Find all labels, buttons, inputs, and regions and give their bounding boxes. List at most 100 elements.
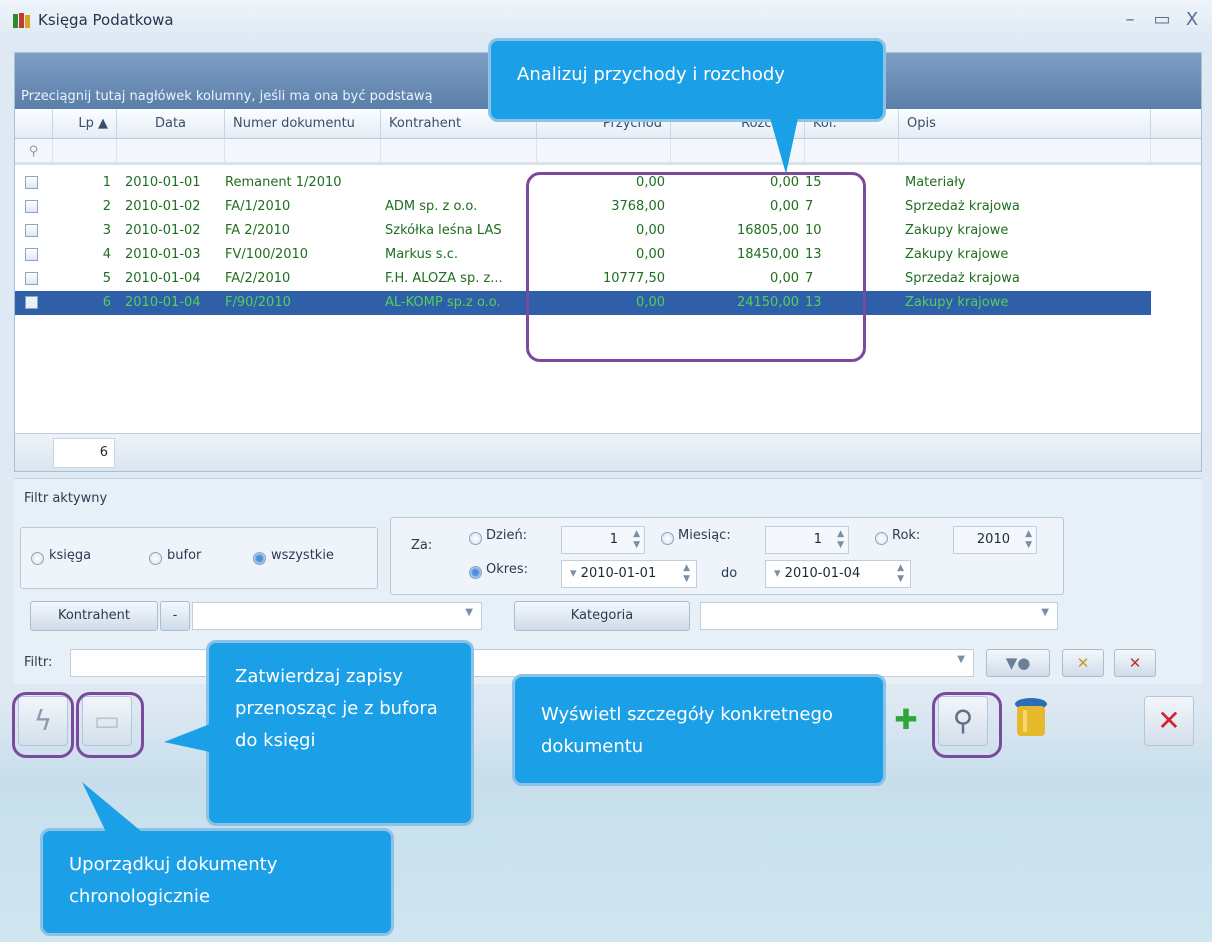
radio-dzien[interactable]: [469, 532, 482, 545]
dzien-value: 1: [609, 532, 618, 547]
rok-label: Rok:: [892, 528, 921, 543]
radio-bufor[interactable]: [149, 552, 162, 565]
header-numer-dokumentu[interactable]: Numer dokumentu: [225, 109, 381, 139]
okres-to-value: 2010-01-04: [784, 566, 861, 581]
row-checkbox[interactable]: [25, 200, 38, 213]
cell-kontrahent: F.H. ALOZA sp. z...: [385, 271, 503, 286]
header-lp[interactable]: Lp ▲: [53, 109, 117, 139]
filter-clear-icon[interactable]: ✕: [1062, 649, 1104, 677]
cell-kontrahent: ADM sp. z o.o.: [385, 199, 478, 214]
filter-cell-przychod[interactable]: [537, 139, 671, 165]
callout-analyze-tail: [770, 118, 798, 174]
cell-kontrahent: Szkółka leśna LAS: [385, 223, 502, 238]
callout-details: Wyświetl szczegóły konkretnego dokumentu: [512, 674, 886, 786]
callout-order-tail: [82, 782, 142, 832]
close-window-button[interactable]: X: [1179, 8, 1205, 32]
filter-cell-opis[interactable]: [899, 139, 1151, 165]
spinner-arrows-icon[interactable]: ▲ ▼: [683, 563, 690, 585]
header-opis[interactable]: Opis: [899, 109, 1151, 139]
cell-lp: 1: [102, 175, 111, 190]
kategoria-combo[interactable]: ▼: [700, 602, 1058, 630]
header-data[interactable]: Data: [117, 109, 225, 139]
plus-icon[interactable]: ✚: [888, 696, 924, 746]
radio-okres[interactable]: [469, 566, 482, 579]
cell-kontrahent: AL-KOMP sp.z o.o.: [385, 295, 501, 310]
row-checkbox[interactable]: [25, 248, 38, 261]
row-checkbox[interactable]: [25, 272, 38, 285]
spinner-arrows-icon[interactable]: ▲ ▼: [1025, 529, 1032, 551]
filter-cell-numer[interactable]: [225, 139, 381, 165]
radio-ksiega[interactable]: [31, 552, 44, 565]
rok-spinner[interactable]: 2010 ▲ ▼: [953, 526, 1037, 554]
book-highlight: [76, 692, 144, 758]
callout-approve: Zatwierdzaj zapisy przenosząc je z bufor…: [206, 640, 474, 826]
okres-label: Okres:: [486, 562, 528, 577]
scope-group: księga bufor wszystkie: [20, 527, 378, 589]
cell-numer: FA/2/2010: [225, 271, 291, 286]
cell-lp: 6: [102, 295, 111, 310]
row-checkbox[interactable]: [25, 176, 38, 189]
cell-numer: FA 2/2010: [225, 223, 291, 238]
dzien-label: Dzień:: [486, 528, 528, 543]
chevron-down-icon: ▼: [1041, 607, 1049, 618]
filter-remove-icon[interactable]: ✕: [1114, 649, 1156, 677]
cell-opis: Zakupy krajowe: [905, 223, 1009, 238]
cell-opis: Materiały: [905, 175, 966, 190]
period-group: Za: Dzień: 1 ▲ ▼ Miesiąc: 1 ▲ ▼ Rok: 2010 ▲ ▼ …: [390, 517, 1064, 595]
callout-analyze: Analizuj przychody i rozchody: [488, 38, 886, 122]
radio-miesiac[interactable]: [661, 532, 674, 545]
cell-kontrahent: Markus s.c.: [385, 247, 458, 262]
filter-panel: Filtr aktywny księga bufor wszystkie Za:…: [14, 478, 1202, 684]
cell-numer: F/90/2010: [225, 295, 291, 310]
row-checkbox[interactable]: [25, 224, 38, 237]
do-label: do: [721, 566, 738, 581]
cell-data: 2010-01-02: [125, 223, 201, 238]
filter-cell-lp[interactable]: [53, 139, 117, 165]
row-checkbox[interactable]: [25, 296, 38, 309]
filter-icon[interactable]: ⚲: [15, 139, 53, 165]
filter-cell-kontrahent[interactable]: [381, 139, 537, 165]
miesiac-value: 1: [813, 532, 822, 547]
maximize-button[interactable]: ▭: [1149, 8, 1175, 32]
cell-data: 2010-01-02: [125, 199, 201, 214]
za-label: Za:: [411, 538, 433, 553]
minimize-button[interactable]: –: [1117, 8, 1143, 32]
cell-numer: FA/1/2010: [225, 199, 291, 214]
window-title: Księga Podatkowa: [38, 11, 174, 29]
cell-data: 2010-01-04: [125, 271, 201, 286]
okres-to-date[interactable]: ▾ 2010-01-04 ▲ ▼: [765, 560, 911, 588]
miesiac-label: Miesiąc:: [678, 528, 731, 543]
cell-data: 2010-01-04: [125, 295, 201, 310]
miesiac-spinner[interactable]: 1 ▲ ▼: [765, 526, 849, 554]
filter-cell-data[interactable]: [117, 139, 225, 165]
radio-bufor-label: bufor: [167, 548, 202, 563]
kontrahent-dropdown-button[interactable]: -: [160, 601, 190, 631]
cell-lp: 2: [102, 199, 111, 214]
rok-value: 2010: [976, 532, 1010, 547]
app-icon: [13, 13, 30, 28]
cell-lp: 4: [102, 247, 111, 262]
filter-active-label: Filtr aktywny: [24, 491, 108, 506]
kontrahent-combo[interactable]: ▼: [192, 602, 482, 630]
column-filter-row: ⚲: [15, 139, 1201, 165]
amounts-highlight: [526, 172, 866, 362]
radio-wszystkie[interactable]: [253, 552, 266, 565]
kategoria-button[interactable]: Kategoria: [514, 601, 690, 631]
spinner-arrows-icon[interactable]: ▲ ▼: [837, 529, 844, 551]
dzien-spinner[interactable]: 1 ▲ ▼: [561, 526, 645, 554]
filter-cell-kol[interactable]: [805, 139, 899, 165]
cell-lp: 3: [102, 223, 111, 238]
close-icon[interactable]: ✕: [1144, 696, 1194, 746]
cell-opis: Zakupy krajowe: [905, 247, 1009, 262]
filter-apply-button[interactable]: ▼●: [986, 649, 1050, 677]
group-by-hint: Przeciągnij tutaj nagłówek kolumny, jeśl…: [21, 89, 433, 104]
radio-wszystkie-label: wszystkie: [271, 548, 334, 563]
radio-ksiega-label: księga: [49, 548, 92, 563]
spinner-arrows-icon[interactable]: ▲ ▼: [897, 563, 904, 585]
okres-from-date[interactable]: ▾ 2010-01-01 ▲ ▼: [561, 560, 697, 588]
radio-rok[interactable]: [875, 532, 888, 545]
kontrahent-button[interactable]: Kontrahent: [30, 601, 158, 631]
spinner-arrows-icon[interactable]: ▲ ▼: [633, 529, 640, 551]
trash-icon-shape: [1015, 698, 1047, 736]
trash-icon[interactable]: [1006, 696, 1056, 746]
